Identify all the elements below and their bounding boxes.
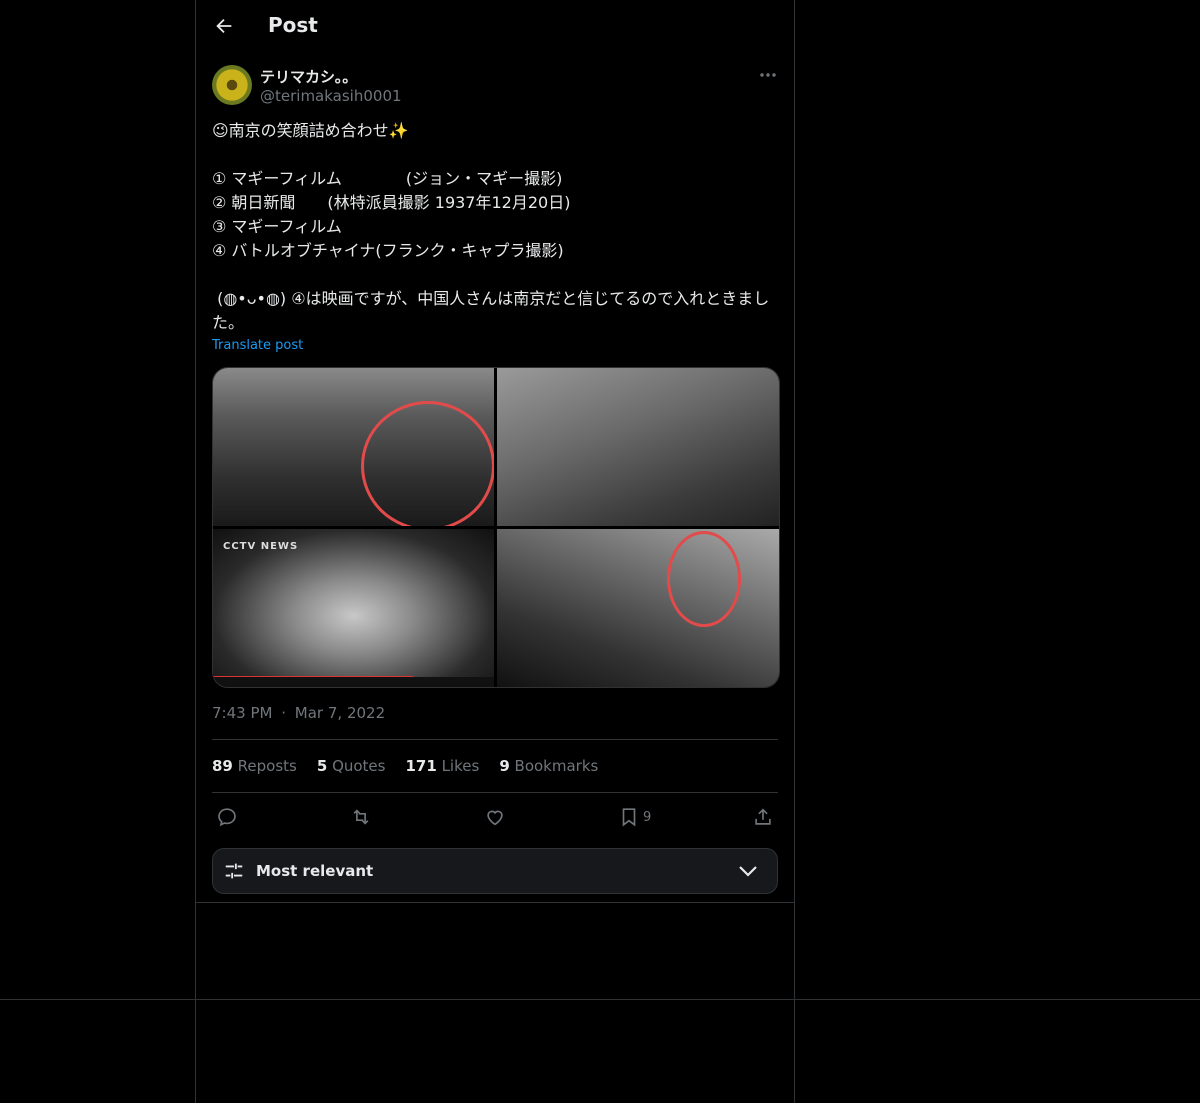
post-date[interactable]: Mar 7, 2022 — [295, 704, 385, 722]
red-circle-annotation — [361, 401, 494, 526]
divider — [212, 739, 778, 740]
cctv-news-logo: CCTV NEWS — [223, 541, 299, 552]
heart-icon — [487, 810, 503, 826]
bookmark-icon — [622, 808, 636, 827]
author-handle[interactable]: @terimakasih0001 — [260, 87, 402, 105]
action-bar: 9 — [212, 805, 778, 829]
page-title: Post — [268, 13, 318, 37]
more-options-icon[interactable] — [758, 68, 778, 82]
video-controls-bar — [213, 677, 494, 687]
sort-label: Most relevant — [256, 862, 374, 880]
red-circle-annotation — [667, 531, 741, 627]
like-button[interactable] — [484, 805, 506, 829]
divider — [196, 902, 794, 903]
reposts-stat[interactable]: 89 Reposts — [212, 757, 297, 775]
reply-button[interactable] — [216, 805, 238, 829]
sliders-icon — [225, 863, 243, 879]
bookmark-button[interactable]: 9 — [618, 805, 651, 829]
post-meta: 7:43 PM · Mar 7, 2022 — [212, 704, 385, 722]
repost-icon — [353, 809, 369, 825]
back-arrow-icon[interactable] — [213, 15, 235, 37]
share-button[interactable] — [752, 805, 774, 829]
media-image-4[interactable] — [497, 529, 779, 687]
media-image-3[interactable]: CCTV NEWS — [213, 529, 494, 687]
post-text: 😉南京の笑顔詰め合わせ✨ ① マギーフィルム (ジョン・マギー撮影) ② 朝日新… — [212, 121, 770, 332]
media-grid: CCTV NEWS — [212, 367, 780, 688]
media-image-2[interactable] — [497, 368, 779, 526]
header: Post — [196, 0, 794, 54]
bookmarks-stat[interactable]: 9 Bookmarks — [499, 757, 598, 775]
engagement-stats: 89 Reposts 5 Quotes 171 Likes 9 Bookmark… — [212, 757, 598, 775]
repost-button[interactable] — [350, 805, 372, 829]
share-icon — [755, 808, 771, 825]
chevron-down-icon — [739, 866, 757, 877]
main-column: Post テリマカシ。。 @terimakasih0001 😉南京の笑顔詰め合わ… — [195, 0, 795, 1103]
bookmark-count: 9 — [643, 809, 652, 825]
replies-sort-dropdown[interactable]: Most relevant — [212, 848, 778, 894]
author-name[interactable]: テリマカシ。。 — [260, 66, 357, 87]
page-divider — [0, 999, 1200, 1000]
media-image-1[interactable] — [213, 368, 494, 526]
meta-separator: · — [281, 704, 287, 722]
quotes-stat[interactable]: 5 Quotes — [317, 757, 386, 775]
divider — [212, 792, 778, 793]
translate-post-link[interactable]: Translate post — [212, 338, 303, 353]
likes-stat[interactable]: 171 Likes — [405, 757, 479, 775]
avatar[interactable] — [212, 65, 252, 105]
reply-icon — [218, 808, 236, 827]
post-time[interactable]: 7:43 PM — [212, 704, 272, 722]
